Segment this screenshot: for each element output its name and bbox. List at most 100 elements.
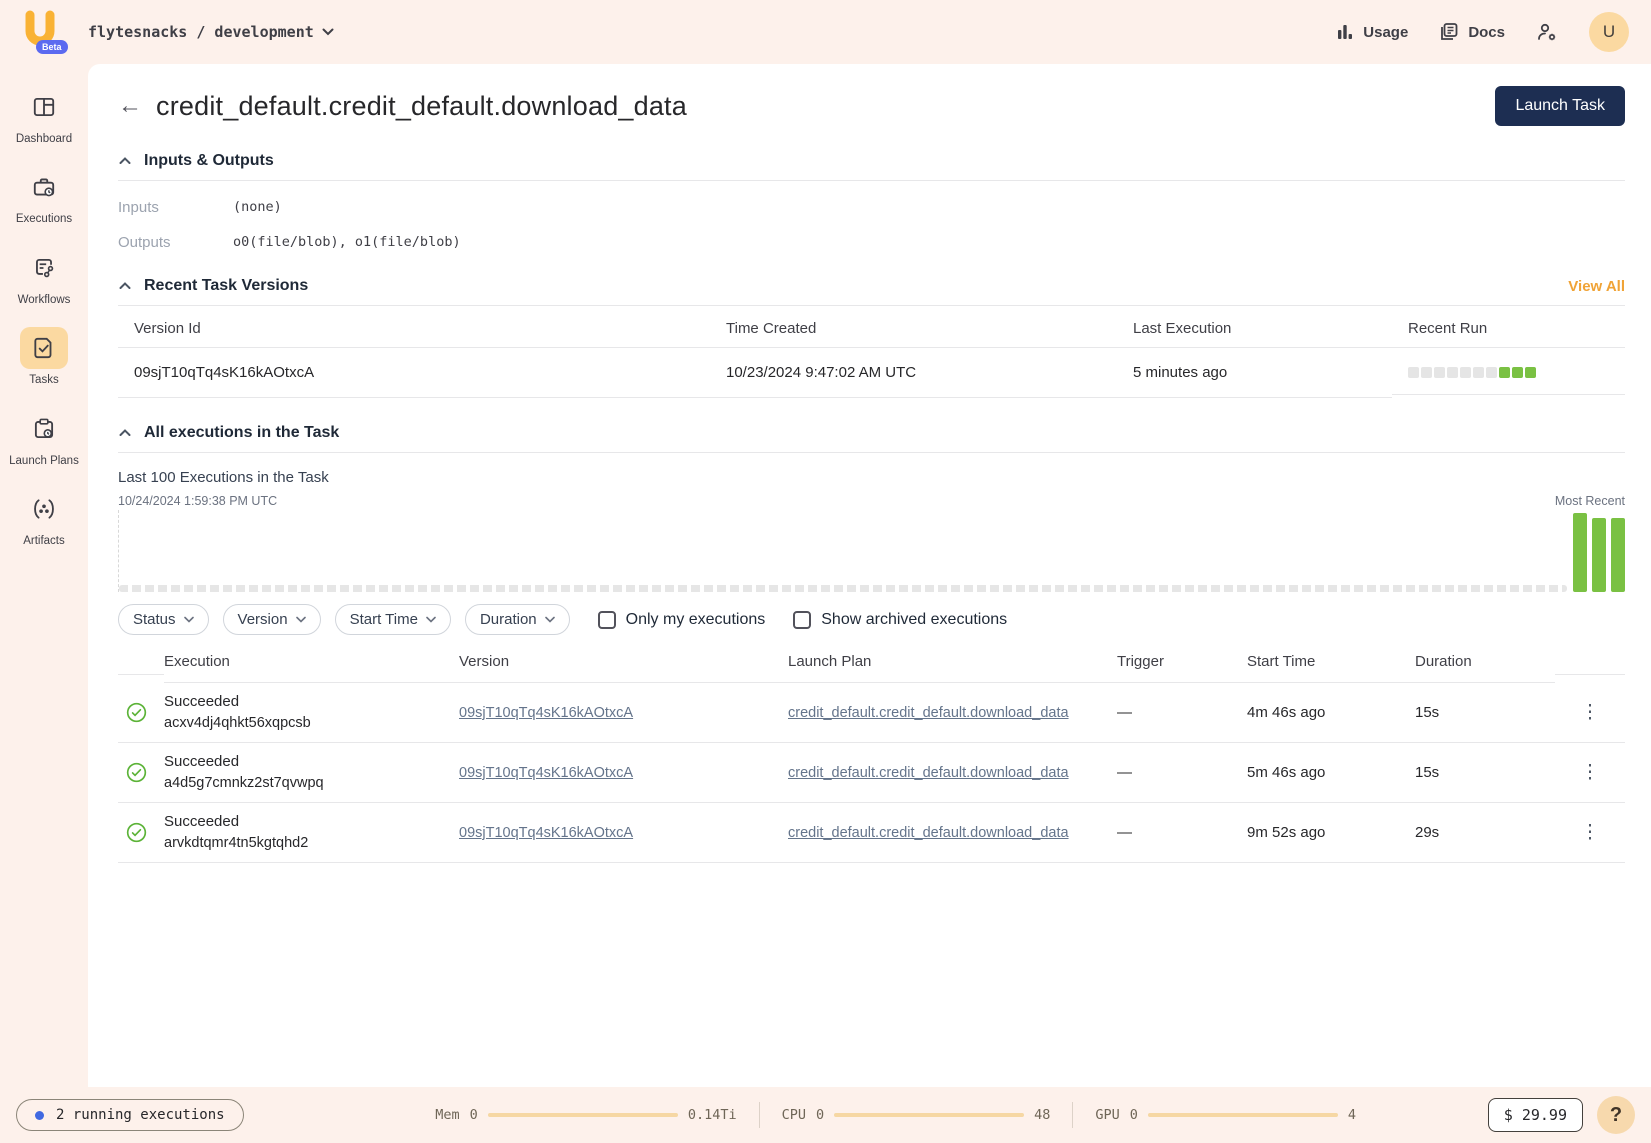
launch-plan-link[interactable]: credit_default.credit_default.download_d… (788, 825, 1069, 841)
duration-cell: 15s (1415, 704, 1555, 721)
execution-cell: Succeeded a4d5g7cmnkz2st7qvwpq (164, 753, 459, 793)
tasks-icon (31, 335, 57, 361)
sidebar-item-launch-plans[interactable]: Launch Plans (2, 408, 86, 468)
running-dot-icon (35, 1111, 44, 1120)
launch-plan-link[interactable]: credit_default.credit_default.download_d… (788, 765, 1069, 781)
sidebar-item-artifacts[interactable]: Artifacts (2, 488, 86, 548)
avatar[interactable]: U (1589, 12, 1629, 52)
gauge-track (1148, 1113, 1338, 1117)
execution-bar[interactable] (1592, 518, 1606, 592)
execution-id: a4d5g7cmnkz2st7qvwpq (164, 774, 459, 792)
column-header: Start Time (1247, 635, 1415, 683)
filter-label: Duration (480, 611, 537, 628)
version-cell: 09sjT10qTq4sK16kAOtxcA (459, 824, 788, 841)
union-logo[interactable]: Beta (20, 9, 64, 55)
row-actions-menu[interactable]: ⋮ (1555, 761, 1625, 784)
sidebar-item-label: Executions (16, 212, 72, 226)
chevron-down-icon (322, 28, 334, 36)
execution-table-row[interactable]: Succeeded a4d5g7cmnkz2st7qvwpq 09sjT10qT… (118, 743, 1625, 803)
checkbox-box[interactable] (598, 611, 616, 629)
executions-section-header: All executions in the Task (118, 424, 1625, 453)
execution-bar[interactable] (1611, 518, 1625, 592)
succeeded-check-icon (126, 822, 147, 843)
sidebar-item-label: Artifacts (23, 534, 65, 548)
row-actions-menu[interactable]: ⋮ (1555, 701, 1625, 724)
recent-run-empty-square (1460, 367, 1471, 378)
recent-run-empty-square (1421, 367, 1432, 378)
show-archived-checkbox[interactable]: Show archived executions (793, 611, 1007, 629)
usage-link[interactable]: Usage (1335, 22, 1408, 42)
inputs-value: (none) (233, 199, 282, 216)
column-header: Duration (1415, 635, 1555, 683)
only-my-executions-checkbox[interactable]: Only my executions (598, 611, 766, 629)
gpu-gauge: GPU 0 4 (1095, 1107, 1356, 1123)
sidebar-item-executions[interactable]: Executions (2, 166, 86, 226)
back-button[interactable]: ← (118, 94, 142, 118)
version-link[interactable]: 09sjT10qTq4sK16kAOtxcA (459, 825, 633, 841)
version-link[interactable]: 09sjT10qTq4sK16kAOtxcA (459, 705, 633, 721)
execution-table-row[interactable]: Succeeded arvkdtqmr4tn5kgtqhd2 09sjT10qT… (118, 803, 1625, 863)
checkbox-label: Show archived executions (821, 611, 1007, 629)
sidebar-item-workflows[interactable]: Workflows (2, 247, 86, 307)
checkbox-box[interactable] (793, 611, 811, 629)
column-header: Launch Plan (788, 635, 1117, 683)
duration-filter-dropdown[interactable]: Duration (465, 604, 570, 635)
recent-run-empty-square (1486, 367, 1497, 378)
artifacts-icon (31, 496, 57, 522)
status-column-spacer (118, 644, 164, 675)
launch-plans-icon (31, 416, 57, 442)
column-header: Trigger (1117, 635, 1247, 683)
launch-plan-link[interactable]: credit_default.credit_default.download_d… (788, 705, 1069, 721)
cost-button[interactable]: $ 29.99 (1488, 1098, 1583, 1132)
column-header: Time Created (710, 306, 1117, 348)
duration-cell: 15s (1415, 764, 1555, 781)
status-filter-dropdown[interactable]: Status (118, 604, 209, 635)
execution-table-row[interactable]: Succeeded acxv4dj4qhkt56xqpcsb 09sjT10qT… (118, 683, 1625, 743)
view-all-link[interactable]: View All (1568, 278, 1625, 295)
collapse-chevron-icon[interactable] (118, 154, 132, 168)
sidebar-item-tasks[interactable]: Tasks (2, 327, 86, 387)
execution-bar[interactable] (1573, 513, 1587, 592)
inputs-row: Inputs (none) (118, 199, 1625, 216)
version-row[interactable]: 09sjT10qTq4sK16kAOtxcA 10/23/2024 9:47:0… (118, 348, 1625, 398)
version-cell: 09sjT10qTq4sK16kAOtxcA (459, 764, 788, 781)
column-header: Version Id (118, 306, 710, 348)
help-button[interactable]: ? (1597, 1096, 1635, 1134)
recent-run-empty-square (1473, 367, 1484, 378)
recent-run-cells (1392, 351, 1625, 395)
duration-cell: 29s (1415, 824, 1555, 841)
status-cell (118, 762, 164, 783)
gauge-label: Mem (435, 1107, 459, 1123)
executions-table-header: Execution Version Launch Plan Trigger St… (118, 635, 1625, 683)
collapse-chevron-icon[interactable] (118, 279, 132, 293)
project-domain-selector[interactable]: flytesnacks / development (88, 23, 334, 41)
gauge-separator (1072, 1102, 1073, 1128)
trigger-cell: — (1117, 764, 1247, 781)
launch-task-button[interactable]: Launch Task (1495, 86, 1625, 126)
recent-run-success-square (1525, 367, 1536, 378)
execution-cell: Succeeded arvkdtqmr4tn5kgtqhd2 (164, 813, 459, 853)
sidebar-item-label: Dashboard (16, 132, 72, 146)
page-title: credit_default.credit_default.download_d… (156, 91, 687, 122)
version-filter-dropdown[interactable]: Version (223, 604, 321, 635)
gauge-max: 0.14Ti (688, 1107, 737, 1123)
chevron-down-icon (545, 616, 555, 623)
gauge-max: 4 (1348, 1107, 1356, 1123)
collapse-chevron-icon[interactable] (118, 426, 132, 440)
column-header: Recent Run (1392, 306, 1625, 348)
gauge-track (834, 1113, 1024, 1117)
timeline-baseline (119, 585, 1567, 592)
executions-section-title: All executions in the Task (144, 424, 339, 442)
running-executions-pill[interactable]: 2 running executions (16, 1099, 244, 1131)
column-header: Version (459, 635, 788, 683)
chevron-down-icon (426, 616, 436, 623)
outputs-row: Outputs o0(file/blob), o1(file/blob) (118, 234, 1625, 251)
inputs-label: Inputs (118, 199, 233, 216)
user-settings-button[interactable] (1535, 20, 1559, 44)
docs-link[interactable]: Docs (1438, 21, 1505, 43)
version-link[interactable]: 09sjT10qTq4sK16kAOtxcA (459, 765, 633, 781)
start-time-filter-dropdown[interactable]: Start Time (335, 604, 451, 635)
sidebar-item-dashboard[interactable]: Dashboard (2, 86, 86, 146)
execution-status: Succeeded (164, 753, 459, 772)
row-actions-menu[interactable]: ⋮ (1555, 821, 1625, 844)
